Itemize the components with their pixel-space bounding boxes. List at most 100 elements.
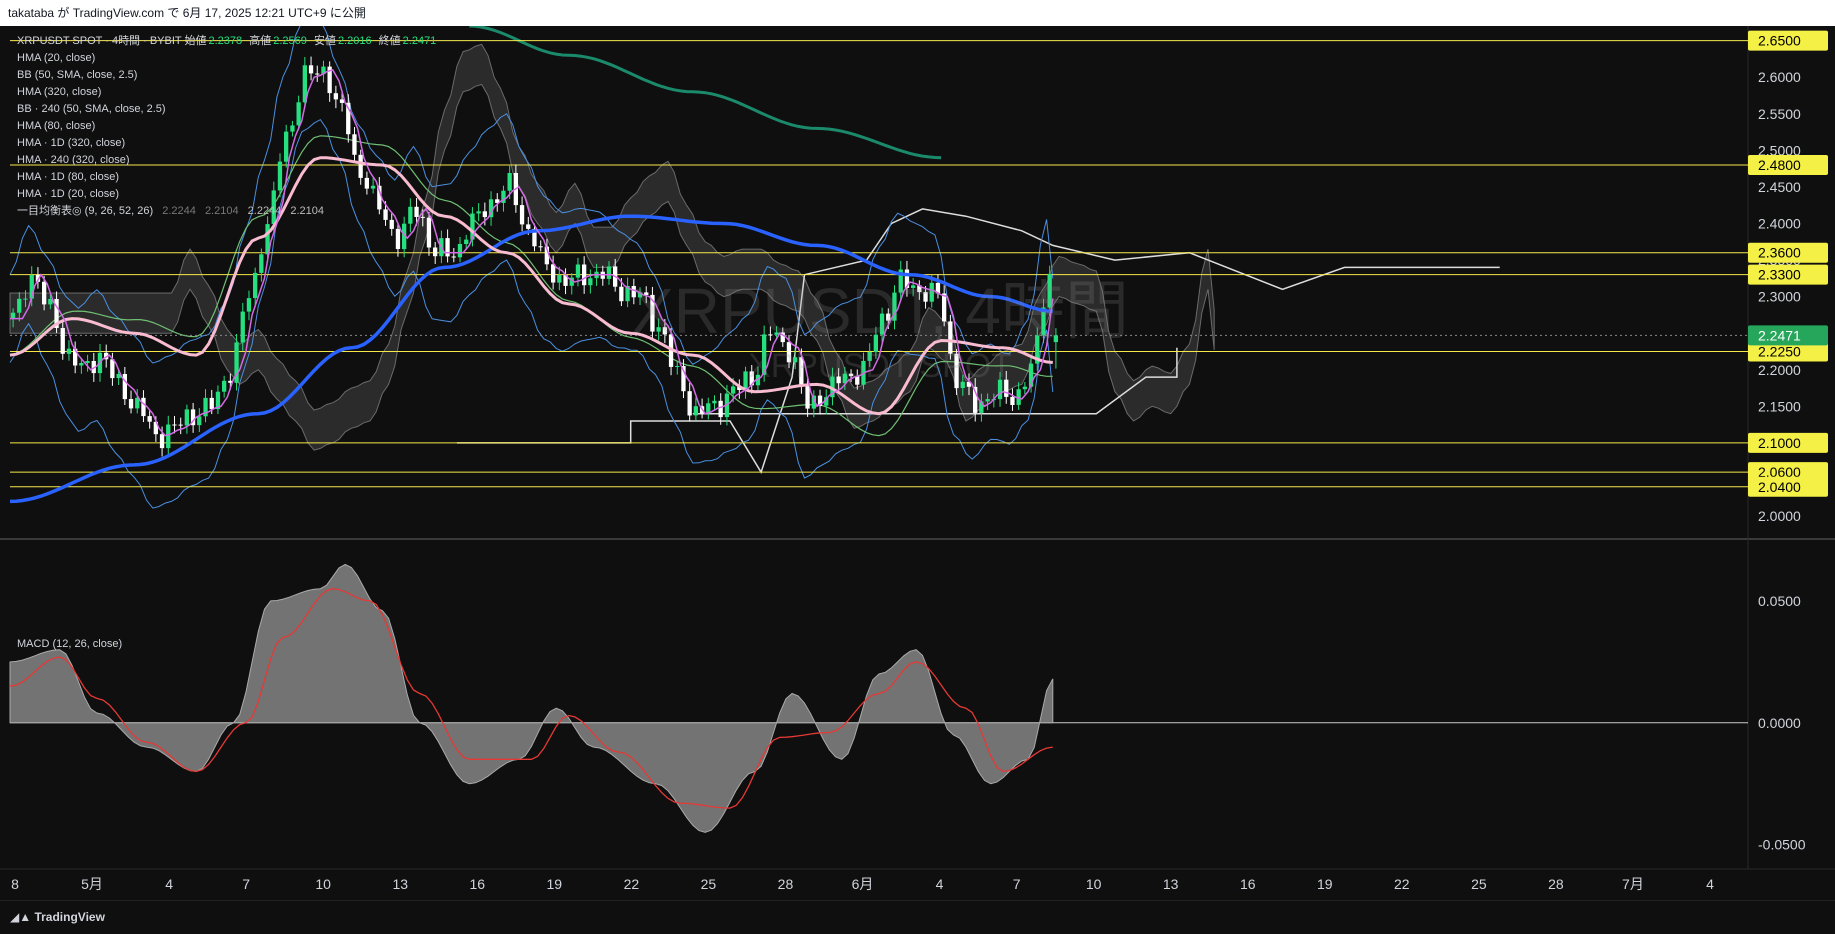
candle-body [23, 298, 28, 300]
legend-open-value: 2.2378 [208, 35, 243, 47]
candle-body [793, 357, 798, 363]
candle-body [42, 281, 47, 305]
candle-body [848, 373, 854, 377]
candle-body [464, 239, 469, 244]
macd-tick-label: 0.0000 [1758, 715, 1801, 731]
candle-body [395, 228, 401, 249]
legend-indicator[interactable]: HMA (20, close) [17, 50, 440, 67]
footer-bar: ◢▲ TradingView [0, 900, 1835, 934]
level-tag-label: 2.3600 [1758, 245, 1801, 261]
candle-body [240, 311, 245, 343]
candle-body [662, 327, 667, 335]
time-tick-label: 7月 [1622, 876, 1644, 892]
publish-header: takataba が TradingView.com で 6月 17, 2025… [0, 0, 1835, 26]
candle-body [836, 376, 841, 384]
time-tick-label: 25 [1471, 876, 1487, 892]
legend-indicator[interactable]: HMA · 240 (320, close) [17, 152, 440, 169]
candle-body [582, 264, 587, 286]
legend-indicator[interactable]: HMA (80, close) [17, 118, 440, 135]
candle-body [929, 282, 934, 302]
candle-body [60, 328, 65, 354]
candle-body [997, 379, 1003, 400]
candle-body [48, 299, 53, 305]
macd-tick-label: 0.0500 [1758, 593, 1801, 609]
time-tick-label: 8 [11, 876, 19, 892]
time-tick-label: 28 [778, 876, 794, 892]
candle-body [457, 244, 463, 258]
price-tick-label: 2.4500 [1758, 179, 1801, 195]
price-tick-label: 2.6000 [1758, 69, 1801, 85]
legend-indicator[interactable]: HMA · 1D (80, close) [17, 169, 440, 186]
legend-close-value: 2.2471 [402, 35, 437, 47]
candle-body [693, 406, 698, 416]
candle-body [718, 400, 723, 418]
candle-body [873, 334, 878, 353]
candle-body [519, 205, 525, 225]
legend-title-row[interactable]: XRPUSDT SPOT · 4時間 · BYBIT 始値 2.2378 高値 2.… [17, 33, 440, 50]
candle-body [79, 363, 84, 366]
time-tick-label: 10 [315, 876, 331, 892]
candle-body [1010, 396, 1015, 405]
candle-body [253, 272, 258, 298]
macd-legend[interactable]: MACD (12, 26, close) [17, 638, 122, 650]
candle-body [867, 352, 872, 361]
candle-body [985, 399, 990, 402]
time-tick-label: 5月 [81, 876, 103, 892]
level-tag-label: 2.6500 [1758, 33, 1801, 49]
candle-body [166, 424, 171, 449]
candle-body [948, 321, 953, 354]
candle-body [1022, 386, 1027, 390]
ichimoku-value-2: 2.2104 [204, 205, 239, 217]
legend-indicator[interactable]: HMA (320, close) [17, 84, 440, 101]
candle-body [426, 217, 432, 248]
legend-indicator[interactable]: HMA · 1D (20, close) [17, 186, 440, 203]
chart-area[interactable]: 2.65002.60002.55002.50002.45002.40002.35… [0, 26, 1835, 900]
candle-body [606, 266, 612, 279]
candle-body [712, 400, 717, 404]
level-tag-label: 2.4800 [1758, 157, 1801, 173]
level-tag-label: 2.3300 [1758, 267, 1801, 283]
candle-body [85, 361, 90, 363]
legend-indicator[interactable]: BB · 240 (50, SMA, close, 2.5) [17, 101, 440, 118]
candle-body [246, 298, 252, 312]
time-tick-label: 6月 [852, 876, 874, 892]
legend-high-value: 2.2569 [273, 35, 307, 47]
time-tick-label: 4 [165, 876, 173, 892]
legend-indicator[interactable]: BB (50, SMA, close, 2.5) [17, 67, 440, 84]
legend-ichimoku[interactable]: 一目均衡表◎ (9, 26, 52, 26) 2.2244 2.2104 2.2… [17, 203, 440, 220]
time-tick-label: 10 [1086, 876, 1102, 892]
candle-body [172, 424, 177, 426]
candle-body [588, 278, 593, 286]
time-tick-label: 19 [547, 876, 563, 892]
candle-body [482, 211, 487, 218]
price-tick-label: 2.1500 [1758, 398, 1801, 414]
candle-body [557, 275, 562, 283]
candle-body [960, 381, 965, 388]
time-tick-label: 13 [392, 876, 408, 892]
level-tag-label: 2.0400 [1758, 479, 1801, 495]
legend-indicator[interactable]: HMA · 1D (320, close) [17, 135, 440, 152]
price-tick-label: 2.4000 [1758, 215, 1801, 231]
candle-body [575, 264, 581, 278]
time-tick-label: 4 [936, 876, 944, 892]
ichimoku-value-3: 2.2244 [247, 205, 282, 217]
current-price-tag-label: 2.2471 [1758, 327, 1801, 343]
candle-body [507, 173, 512, 191]
candle-body [147, 416, 152, 422]
time-tick-label: 22 [624, 876, 640, 892]
candle-body [159, 434, 165, 449]
candle-body [911, 285, 916, 288]
candle-body [184, 409, 189, 426]
candle-body [476, 211, 481, 214]
tradingview-logo[interactable]: ◢▲ TradingView [10, 910, 105, 924]
candle-body [10, 312, 16, 319]
candle-body [619, 286, 624, 302]
time-tick-label: 22 [1394, 876, 1410, 892]
time-tick-label: 7 [1013, 876, 1021, 892]
candle-body [178, 424, 183, 426]
time-tick-label: 13 [1163, 876, 1179, 892]
time-tick-label: 19 [1317, 876, 1333, 892]
candle-body [445, 238, 450, 257]
macd-tick-label: -0.0500 [1758, 837, 1806, 853]
time-tick-label: 16 [1240, 876, 1256, 892]
